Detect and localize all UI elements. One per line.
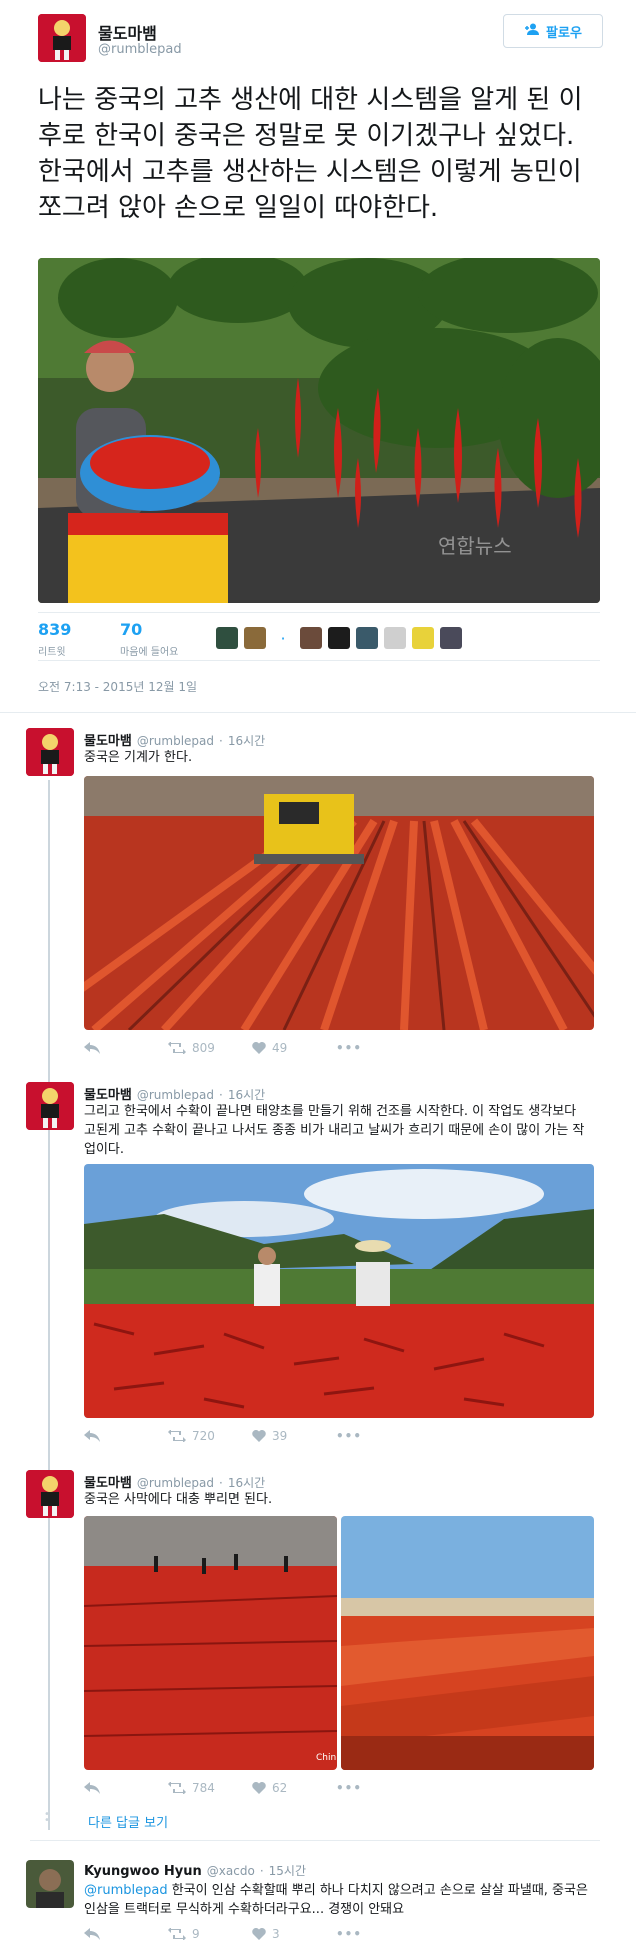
retweet-label: 리트윗 [38, 647, 66, 658]
reply-actions: 784 62 ••• [84, 1778, 362, 1798]
reply-author-handle[interactable]: @xacdo [207, 1864, 255, 1878]
reply-dot: · [259, 1864, 264, 1878]
author-name[interactable]: 물도마뱀 [98, 20, 157, 44]
follow-button[interactable]: 팔로우 [503, 14, 603, 48]
reply-header: 물도마뱀 @rumblepad · 16시간 [84, 1472, 265, 1491]
reply-icon[interactable] [84, 1782, 168, 1794]
heart-icon [252, 1928, 266, 1940]
like-count: 3 [272, 1927, 280, 1941]
heart-icon [252, 1782, 266, 1794]
reply-dot: · [219, 1088, 223, 1102]
liker-avatar[interactable] [300, 627, 322, 649]
retweet-button[interactable]: 809 [168, 1041, 252, 1055]
reply-photo-drying[interactable] [84, 1164, 594, 1418]
retweet-button[interactable]: 720 [168, 1429, 252, 1443]
retweet-count: 784 [192, 1781, 215, 1795]
retweet-icon [168, 1430, 186, 1442]
like-button[interactable]: 62 [252, 1781, 336, 1795]
retweet-count: 809 [192, 1041, 215, 1055]
reply-actions: 9 3 ••• [84, 1924, 362, 1944]
like-label: 마음에 들어요 [120, 647, 179, 658]
reply-author-name[interactable]: Kyungwoo Hyun [84, 1864, 202, 1879]
like-count: 39 [272, 1429, 288, 1443]
like-button[interactable]: 3 [252, 1927, 336, 1941]
tweet-photo-pepper-harvest[interactable]: 연합뉴스 [38, 258, 600, 603]
reply-author-handle[interactable]: @rumblepad [137, 734, 214, 748]
liker-avatar[interactable] [384, 627, 406, 649]
reply-avatar[interactable] [26, 728, 74, 776]
reply-actions: 720 39 ••• [84, 1426, 362, 1446]
reply-text: @rumblepad 한국이 인삼 수확할때 뿌리 하나 다치지 않으려고 손으… [84, 1881, 589, 1919]
like-button[interactable]: 49 [252, 1041, 336, 1055]
liker-avatar[interactable] [328, 627, 350, 649]
like-button[interactable]: 39 [252, 1429, 336, 1443]
liker-avatar[interactable] [412, 627, 434, 649]
tweet-timestamp[interactable]: 오전 7:13 - 2015년 12월 1일 [38, 678, 197, 695]
reply-header: 물도마뱀 @rumblepad · 16시간 [84, 1084, 265, 1103]
reply-photo-desert-right[interactable] [341, 1516, 594, 1770]
reply-header: 물도마뱀 @rumblepad · 16시간 [84, 730, 265, 749]
reply-avatar[interactable] [26, 1860, 74, 1908]
heart-icon [252, 1042, 266, 1054]
reply-author-name[interactable]: 물도마뱀 [84, 1084, 132, 1103]
liker-avatar[interactable] [356, 627, 378, 649]
reply-time[interactable]: 16시간 [228, 732, 265, 749]
reply-time[interactable]: 15시간 [269, 1862, 306, 1879]
retweet-count: 720 [192, 1429, 215, 1443]
reply-icon[interactable] [84, 1928, 168, 1940]
liker-avatar[interactable] [440, 627, 462, 649]
retweet-count[interactable]: 839 [38, 620, 71, 639]
reply-photo-harvester[interactable] [84, 776, 594, 1030]
retweet-button[interactable]: 784 [168, 1781, 252, 1795]
reply-actions: 809 49 ••• [84, 1038, 362, 1058]
reply-photo-desert-left[interactable]: Chin [84, 1516, 337, 1770]
liker-avatars: · [216, 627, 462, 649]
reply-author-name[interactable]: 물도마뱀 [84, 1472, 132, 1491]
reply-icon[interactable] [84, 1042, 168, 1054]
more-replies-link[interactable]: 다른 답글 보기 [88, 1812, 168, 1831]
tweet-text: 나는 중국의 고추 생산에 대한 시스템을 알게 된 이후로 한국이 중국은 정… [38, 85, 583, 223]
liker-separator: · [280, 628, 286, 648]
photo-watermark: Chin [316, 1753, 336, 1763]
reply-text: 중국은 사막에다 대충 뿌리면 된다. [84, 1492, 273, 1507]
reply-author-handle[interactable]: @rumblepad [137, 1088, 214, 1102]
reply-icon[interactable] [84, 1430, 168, 1442]
author-handle[interactable]: @rumblepad [98, 42, 182, 57]
liker-avatar[interactable] [216, 627, 238, 649]
like-count: 62 [272, 1781, 288, 1795]
reply-text: 그리고 한국에서 수확이 끝나면 태양초를 만들기 위해 건조를 시작한다. 이… [84, 1104, 585, 1157]
photo-watermark: 연합뉴스 [438, 534, 512, 558]
more-icon[interactable]: ••• [336, 1041, 362, 1055]
more-icon[interactable]: ••• [336, 1781, 362, 1795]
retweet-button[interactable]: 9 [168, 1927, 252, 1941]
reply-text: 중국은 기계가 한다. [84, 750, 193, 765]
reply-author-handle[interactable]: @rumblepad [137, 1476, 214, 1490]
reply-mention[interactable]: @rumblepad [84, 1883, 168, 1898]
like-count[interactable]: 70 [120, 620, 142, 639]
author-avatar[interactable] [38, 14, 86, 62]
retweet-icon [168, 1782, 186, 1794]
retweet-count: 9 [192, 1927, 200, 1941]
reply-time[interactable]: 16시간 [228, 1474, 265, 1491]
reply-dot: · [219, 1476, 223, 1490]
follow-person-icon [524, 23, 540, 39]
like-count: 49 [272, 1041, 288, 1055]
retweet-icon [168, 1928, 186, 1940]
reply-avatar[interactable] [26, 1470, 74, 1518]
reply-header: Kyungwoo Hyun @xacdo · 15시간 [84, 1862, 306, 1879]
heart-icon [252, 1430, 266, 1442]
retweet-icon [168, 1042, 186, 1054]
reply-time[interactable]: 16시간 [228, 1086, 265, 1103]
thread-line [48, 780, 50, 1830]
reply-author-name[interactable]: 물도마뱀 [84, 730, 132, 749]
follow-label: 팔로우 [546, 25, 582, 41]
more-icon[interactable]: ••• [336, 1429, 362, 1443]
reply-avatar[interactable] [26, 1082, 74, 1130]
thread-dots: • • [44, 1809, 50, 1826]
more-icon[interactable]: ••• [336, 1927, 362, 1941]
reply-dot: · [219, 734, 223, 748]
liker-avatar[interactable] [244, 627, 266, 649]
